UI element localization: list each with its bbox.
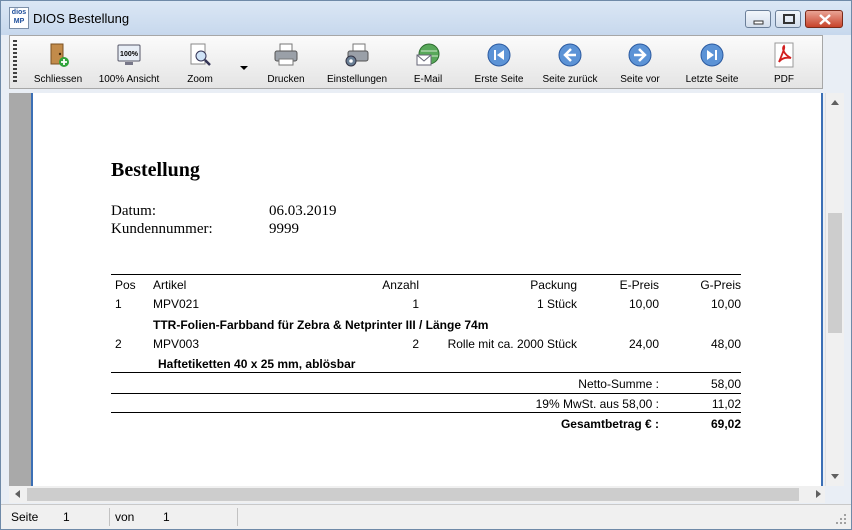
horizontal-scroll-thumb[interactable] [27,488,799,501]
scroll-right-icon[interactable] [816,490,821,498]
row-description: TTR-Folien-Farbband für Zebra & Netprint… [153,318,489,332]
zoom-button[interactable]: Zoom [170,38,230,88]
row-pos: 1 [115,297,122,311]
pdf-export-button[interactable]: PDF [756,38,812,88]
scroll-down-icon[interactable] [831,474,839,479]
minimize-icon [753,20,764,25]
customer-number-label: Kundennummer: [111,221,213,237]
vat-rule [111,412,741,413]
status-bar: Seite 1 von 1 [1,504,851,529]
table-top-rule [111,274,741,275]
print-button[interactable]: Drucken [256,38,316,88]
report-page: Bestellung Datum: 06.03.2019 Kundennumme… [31,93,823,486]
printer-icon [274,43,298,66]
row-e-preis: 24,00 [628,337,659,351]
status-of-value: 1 [163,510,170,524]
email-globe-icon [416,43,440,66]
column-header-anzahl: Anzahl [382,278,419,292]
app-window: dios MP DIOS Bestellung Schliessen 100% … [0,0,852,530]
document-viewport[interactable]: Bestellung Datum: 06.03.2019 Kundennumme… [9,93,823,486]
zoom-magnifier-icon [190,43,211,66]
row-anzahl: 1 [412,297,419,311]
vertical-scrollbar[interactable] [825,93,844,486]
pdf-icon [774,42,794,68]
last-page-icon [700,43,724,67]
toolbar-grip[interactable] [13,40,17,84]
minimize-button[interactable] [745,10,771,28]
settings-button[interactable]: Einstellungen [324,38,390,88]
row-packung: Rolle mit ca. 2000 Stück [447,337,577,351]
column-header-artikel: Artikel [153,278,187,292]
row-packung: 1 Stück [536,297,577,311]
title-bar: dios MP DIOS Bestellung [1,1,851,35]
app-logo-icon: dios MP [9,7,29,29]
scroll-up-icon[interactable] [831,100,839,105]
close-button[interactable] [805,10,843,28]
horizontal-scrollbar[interactable] [9,486,825,503]
column-header-packung: Packung [530,278,577,292]
column-header-g-preis: G-Preis [700,278,741,292]
column-header-e-preis: E-Preis [619,278,659,292]
exit-door-icon [50,43,69,67]
window-title: DIOS Bestellung [33,11,130,26]
scroll-left-icon[interactable] [15,490,20,498]
row-anzahl: 2 [412,337,419,351]
row-pos: 2 [115,337,122,351]
row-artikel: MPV021 [153,297,200,311]
printer-settings-icon [345,43,369,67]
resize-grip-icon[interactable] [835,513,847,525]
actual-size-button[interactable]: 100% 100% Ansicht [96,38,162,88]
email-button[interactable]: E-Mail [398,38,458,88]
next-page-icon [628,43,652,67]
date-label: Datum: [111,203,156,219]
netto-rule [111,393,741,394]
status-page-value: 1 [63,510,70,524]
total-label: Gesamtbetrag € : [560,417,659,431]
table-items-rule [111,372,741,373]
status-separator [237,508,238,526]
total-value: 69,02 [710,417,741,431]
toolbar: Schliessen 100% 100% Ansicht Zoom Drucke… [9,35,823,89]
report-title: Bestellung [111,159,200,181]
row-g-preis: 10,00 [710,297,741,311]
monitor-100-icon: 100% [117,44,141,65]
next-page-button[interactable]: Seite vor [610,38,670,88]
row-description: Haftetiketten 40 x 25 mm, ablösbar [158,357,356,371]
vat-label: 19% MwSt. aus 58,00 : [535,397,659,411]
column-header-pos: Pos [115,278,136,292]
netto-sum-value: 58,00 [710,377,741,391]
zoom-dropdown-chevron-down-icon[interactable] [240,66,248,70]
vertical-scroll-thumb[interactable] [828,213,842,333]
status-page-label: Seite [11,510,39,524]
maximize-icon [783,14,795,24]
vat-value: 11,02 [711,397,741,411]
date-value: 06.03.2019 [269,203,337,219]
customer-number-value: 9999 [269,221,299,237]
row-artikel: MPV003 [153,337,200,351]
last-page-button[interactable]: Letzte Seite [680,38,744,88]
status-separator [109,508,110,526]
close-report-button[interactable]: Schliessen [28,38,88,88]
first-page-button[interactable]: Erste Seite [468,38,530,88]
monitor-100-text: 100% [120,51,139,58]
previous-page-button[interactable]: Seite zurück [536,38,604,88]
row-g-preis: 48,00 [710,337,741,351]
maximize-button[interactable] [775,10,801,28]
previous-page-icon [558,43,582,67]
first-page-icon [487,43,511,67]
close-icon [819,14,831,25]
status-of-label: von [115,510,135,524]
row-e-preis: 10,00 [628,297,659,311]
netto-sum-label: Netto-Summe : [578,377,659,391]
